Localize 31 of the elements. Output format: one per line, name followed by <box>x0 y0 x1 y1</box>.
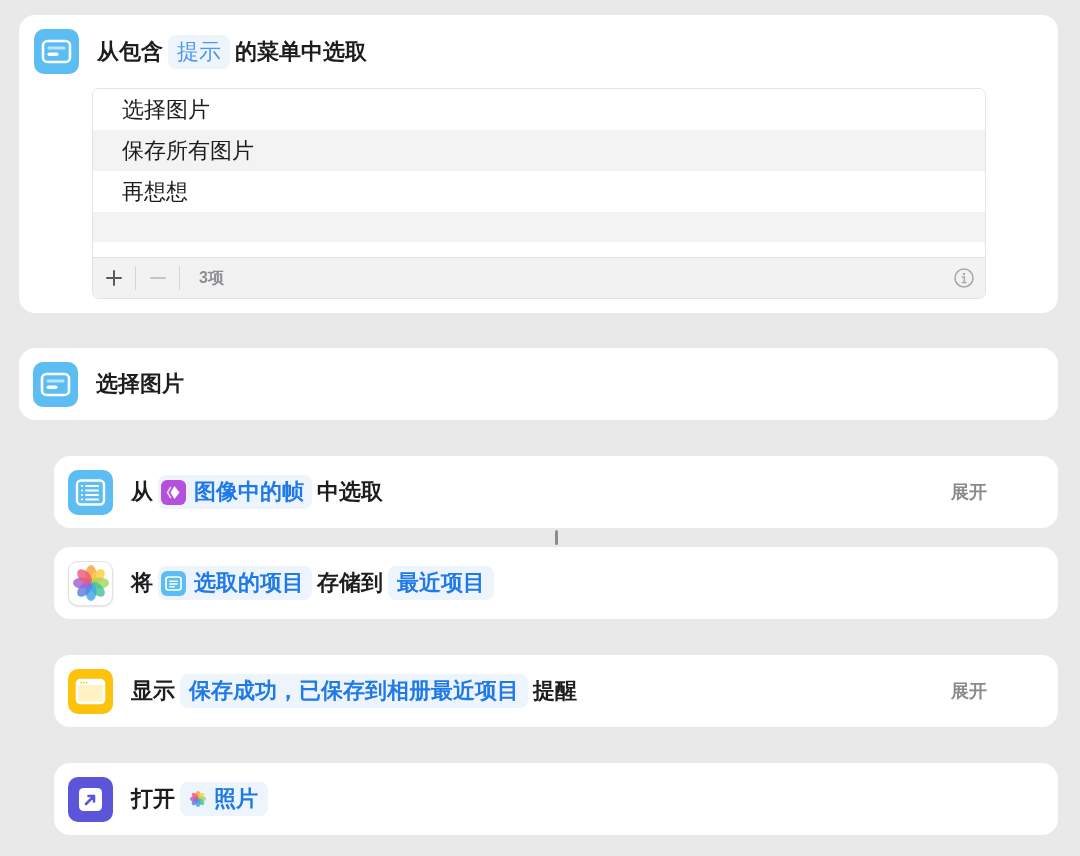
variable-token[interactable]: 图像中的帧 <box>158 475 312 509</box>
arrow-up-right-icon <box>68 776 113 822</box>
browser-window-icon <box>68 668 113 714</box>
action-text: 将 <box>131 569 153 597</box>
expand-button[interactable]: 展开 <box>951 682 987 700</box>
flower-icon <box>190 791 206 807</box>
plus-icon <box>106 270 122 286</box>
app-token[interactable]: 照片 <box>180 782 268 816</box>
expand-button[interactable]: 展开 <box>951 483 987 501</box>
action-text: 从包含 <box>97 37 163 66</box>
variable-token[interactable]: 选取的项目 <box>158 566 312 600</box>
action-text: 选择图片 <box>96 370 184 398</box>
text-box-icon <box>33 361 78 407</box>
action-text: 中选取 <box>317 478 383 506</box>
action-text: 显示 <box>131 677 175 705</box>
item-count: 3项 <box>199 270 224 286</box>
parameter-token[interactable]: 提示 <box>168 34 230 69</box>
action-text: 从 <box>131 478 153 506</box>
action-text: 的菜单中选取 <box>235 37 367 66</box>
text-box-icon <box>34 29 79 74</box>
bulleted-list-icon <box>68 469 113 515</box>
minus-icon <box>149 277 166 279</box>
value-token[interactable]: 最近项目 <box>388 566 494 600</box>
action-text: 存储到 <box>317 569 383 597</box>
action-text: 提醒 <box>533 677 577 705</box>
action-text: 打开 <box>131 785 175 813</box>
value-token[interactable]: 保存成功，已保存到相册最近项目 <box>180 674 528 708</box>
list-icon <box>161 570 186 596</box>
flower-icon <box>68 560 113 606</box>
info-icon[interactable] <box>954 268 974 288</box>
menu-option-row[interactable]: 保存所有图片 <box>93 130 985 171</box>
